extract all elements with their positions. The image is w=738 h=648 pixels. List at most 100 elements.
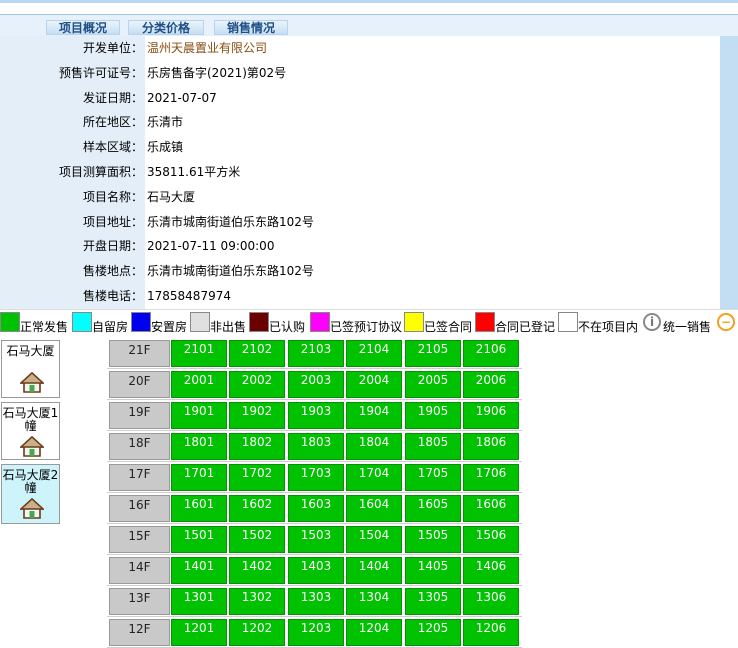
unit-cell[interactable]: 1806 [463,433,519,460]
floor-label: 13F [109,588,170,615]
unit-cell[interactable]: 1703 [288,464,344,491]
legend-label: 非出售 [210,320,247,334]
info-value: 乐清市城南街道伯乐东路102号 [147,264,314,279]
unit-cell[interactable]: 1304 [346,588,402,615]
unit-cell[interactable]: 1901 [171,402,227,429]
unit-cell[interactable]: 1904 [346,402,402,429]
unit-cell[interactable]: 1302 [229,588,285,615]
info-label: 预售许可证号： [0,60,145,86]
unit-cell[interactable]: 2002 [229,371,285,398]
unit-cell[interactable]: 1902 [229,402,285,429]
info-row-project-name: 项目名称： 石马大厦 [0,184,720,210]
unit-cell[interactable]: 1704 [346,464,402,491]
info-row-sample-area: 样本区域： 乐成镇 [0,135,720,160]
unit-cell[interactable]: 1606 [463,495,519,522]
project-info-panel: 开发单位： 温州天晨置业有限公司 预售许可证号： 乐房售备字(2021)第02号… [0,36,738,309]
unit-cell[interactable]: 1505 [405,526,461,553]
unit-cell[interactable]: 2103 [288,340,344,367]
unit-cell[interactable]: 2001 [171,371,227,398]
minus-circle-icon: − [717,313,735,331]
unit-cell[interactable]: 1601 [171,495,227,522]
info-label: 发证日期： [0,85,145,111]
unit-cell[interactable]: 1603 [288,495,344,522]
floor-label: 20F [109,371,170,398]
info-label: 项目测算面积： [0,160,145,185]
legend-label: 已签预订协议 [330,320,403,334]
unit-cell[interactable]: 1805 [405,433,461,460]
unit-cell[interactable]: 1402 [229,557,285,584]
unit-cell[interactable]: 2101 [171,340,227,367]
unit-cell[interactable]: 1206 [463,619,519,646]
unit-cell[interactable]: 1504 [346,526,402,553]
unit-cell[interactable]: 1502 [229,526,285,553]
info-label: 样本区域： [0,135,145,160]
unit-cell[interactable]: 1401 [171,557,227,584]
unit-cell[interactable]: 2102 [229,340,285,367]
building-item-main[interactable]: 石马大厦 [1,340,60,398]
floor-label: 19F [109,402,170,429]
info-row-sales-office: 售楼地点： 乐清市城南街道伯乐东路102号 [0,259,720,284]
info-label: 售楼地点： [0,259,145,284]
unit-cell[interactable]: 1706 [463,464,519,491]
unit-cell[interactable]: 2105 [405,340,461,367]
info-label: 售楼电话： [0,284,145,309]
building-list: 石马大厦 石马大厦1幢 石马大厦2幢 [0,339,64,529]
unit-cell[interactable]: 1303 [288,588,344,615]
unit-cell[interactable]: 2006 [463,371,519,398]
info-value-developer-link[interactable]: 温州天晨置业有限公司 [147,36,267,61]
tab-sales-status[interactable]: 销售情况 [214,20,288,35]
building-label: 石马大厦2幢 [2,468,59,495]
unit-cell[interactable]: 1306 [463,588,519,615]
building-item-1[interactable]: 石马大厦1幢 [1,402,60,460]
unit-cell[interactable]: 1305 [405,588,461,615]
unit-cell[interactable]: 1605 [405,495,461,522]
unit-cell[interactable]: 1503 [288,526,344,553]
unit-cell[interactable]: 1802 [229,433,285,460]
floor-label: 17F [109,464,170,491]
unit-cell[interactable]: 2003 [288,371,344,398]
unit-cell[interactable]: 1803 [288,433,344,460]
building-label: 石马大厦1幢 [2,406,59,433]
unit-cell[interactable]: 1903 [288,402,344,429]
unit-cell[interactable]: 1804 [346,433,402,460]
floor-row: 12F 1201 1202 1203 1204 1205 1206 [107,617,522,648]
floor-row: 15F 1501 1502 1503 1504 1505 1506 [107,524,522,555]
unit-cell[interactable]: 1203 [288,619,344,646]
unit-cell[interactable]: 1905 [405,402,461,429]
unit-cell[interactable]: 1403 [288,557,344,584]
unit-cell[interactable]: 1301 [171,588,227,615]
unit-cell[interactable]: 1801 [171,433,227,460]
legend-swatch [190,312,210,332]
floor-row: 18F 1801 1802 1803 1804 1805 1806 [107,431,522,462]
unit-cell[interactable]: 1204 [346,619,402,646]
info-row-address: 项目地址： 乐清市城南街道伯乐东路102号 [0,209,720,235]
unit-cell[interactable]: 1702 [229,464,285,491]
unit-cell[interactable]: 1501 [171,526,227,553]
unit-grid: 21F 2101 2102 2103 2104 2105 2106 20F 2001 2002 20… [107,338,522,648]
unit-cell[interactable]: 1404 [346,557,402,584]
unit-cell[interactable]: 1406 [463,557,519,584]
unit-cell[interactable]: 1705 [405,464,461,491]
info-value: 35811.61平方米 [147,165,241,179]
unit-cell[interactable]: 1405 [405,557,461,584]
info-row-issue-date: 发证日期： 2021-07-07 [0,85,720,111]
unit-cell[interactable]: 2005 [405,371,461,398]
unit-cell[interactable]: 1906 [463,402,519,429]
unit-cell[interactable]: 1602 [229,495,285,522]
tab-project-overview[interactable]: 项目概况 [46,20,120,35]
legend-label: 安置房 [151,320,188,334]
unit-cell[interactable]: 2104 [346,340,402,367]
unit-cell[interactable]: 1201 [171,619,227,646]
unit-cell[interactable]: 1202 [229,619,285,646]
unit-cell[interactable]: 1205 [405,619,461,646]
tab-category-price[interactable]: 分类价格 [128,20,204,35]
building-item-2-selected[interactable]: 石马大厦2幢 [1,464,60,524]
unit-cell[interactable]: 1506 [463,526,519,553]
unit-cell[interactable]: 1701 [171,464,227,491]
unit-cell[interactable]: 1604 [346,495,402,522]
info-row-presale-permit: 预售许可证号： 乐房售备字(2021)第02号 [0,60,720,86]
window-top-border [0,0,738,14]
unit-cell[interactable]: 2004 [346,371,402,398]
info-label: 开盘日期： [0,234,145,260]
unit-cell[interactable]: 2106 [463,340,519,367]
